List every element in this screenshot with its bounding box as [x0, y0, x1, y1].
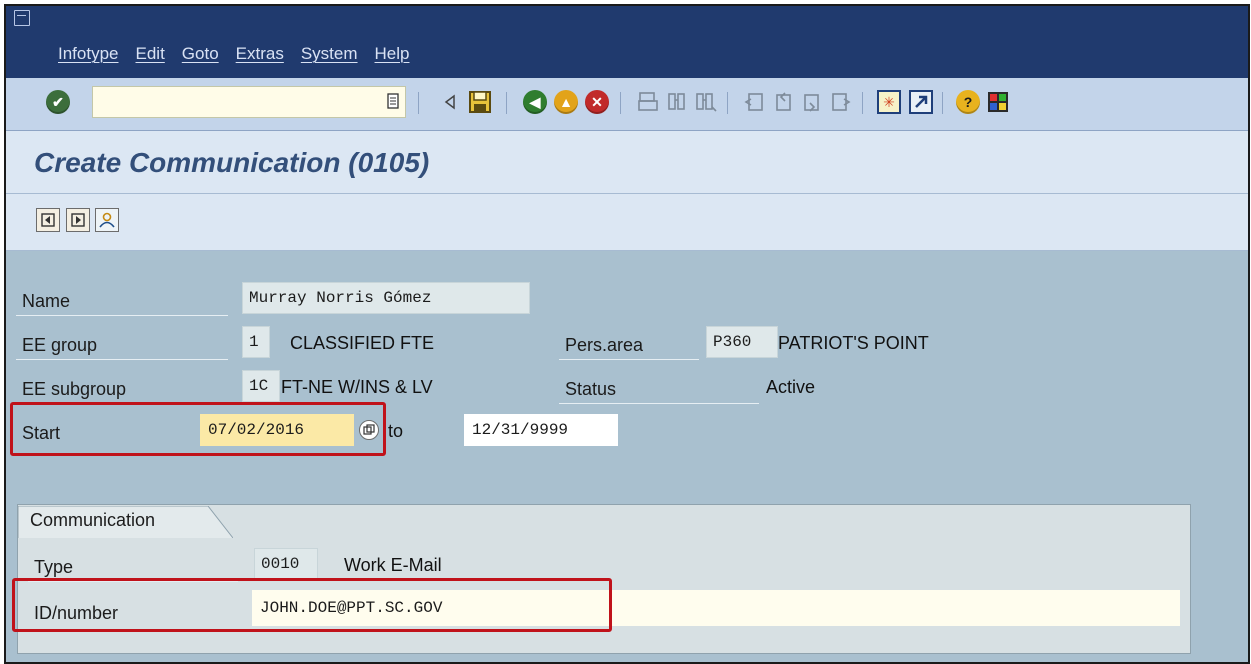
first-page-icon[interactable]	[740, 88, 768, 116]
ee-subgroup-code: 1C	[242, 370, 280, 402]
separator	[862, 92, 863, 114]
menu: Infotype Edit Goto Extras System Help	[58, 44, 427, 70]
separator	[506, 92, 507, 114]
help-icon[interactable]: ?	[954, 88, 982, 116]
window-menu-icon[interactable]	[14, 10, 30, 26]
menu-help[interactable]: Help	[375, 44, 410, 70]
previous-record-icon[interactable]	[36, 208, 60, 232]
name-field: Murray Norris Gómez	[242, 282, 530, 314]
ee-subgroup-text: FT-NE W/INS & LV	[281, 377, 433, 397]
previous-page-icon[interactable]	[769, 88, 797, 116]
application-toolbar	[6, 194, 1248, 251]
end-date-input[interactable]: 12/31/9999	[464, 414, 618, 446]
separator	[620, 92, 621, 114]
back-icon[interactable]: ◀	[521, 88, 549, 116]
separator	[942, 92, 943, 114]
separator	[418, 92, 419, 114]
sap-window: Infotype Edit Goto Extras System Help ✔ …	[4, 4, 1250, 664]
back-arrow-icon[interactable]	[436, 88, 464, 116]
find-next-icon[interactable]	[692, 88, 720, 116]
name-label: Name	[16, 286, 228, 316]
pers-area-code: P360	[706, 326, 778, 358]
command-input[interactable]	[93, 87, 385, 117]
svg-text:✳: ✳	[883, 95, 895, 111]
shortcut-icon[interactable]	[907, 88, 935, 116]
id-number-highlight	[12, 578, 612, 632]
to-label: to	[388, 421, 404, 441]
exit-icon[interactable]: ▲	[552, 88, 580, 116]
status-label: Status	[559, 374, 759, 404]
ee-group-code: 1	[242, 326, 270, 358]
pers-area-label: Pers.area	[559, 330, 699, 360]
type-text: Work E-Mail	[344, 555, 442, 575]
standard-toolbar: ✔ ◀ ▲ ✕ ✳ ?	[6, 78, 1248, 131]
title-bar: Create Communication (0105)	[6, 131, 1248, 194]
communication-group-title: Communication	[30, 510, 156, 530]
print-icon[interactable]	[634, 88, 662, 116]
separator	[727, 92, 728, 114]
next-page-icon[interactable]	[798, 88, 826, 116]
type-code: 0010	[254, 548, 318, 580]
menu-system[interactable]: System	[301, 44, 358, 70]
pers-area-text: PATRIOT'S POINT	[778, 333, 929, 353]
menu-bar: Infotype Edit Goto Extras System Help	[6, 6, 1248, 78]
next-record-icon[interactable]	[66, 208, 90, 232]
menu-infotype[interactable]: Infotype	[58, 44, 119, 70]
start-date-highlight	[10, 402, 386, 456]
cancel-icon[interactable]: ✕	[583, 88, 611, 116]
ee-subgroup-label: EE subgroup	[16, 374, 228, 404]
command-field[interactable]	[92, 86, 406, 118]
menu-edit[interactable]: Edit	[136, 44, 165, 70]
find-icon[interactable]	[663, 88, 691, 116]
save-icon[interactable]	[466, 88, 494, 116]
create-session-icon[interactable]: ✳	[875, 88, 903, 116]
enter-icon[interactable]: ✔	[44, 88, 72, 116]
person-icon[interactable]	[95, 208, 119, 232]
status-value: Active	[766, 377, 816, 397]
page-title: Create Communication (0105)	[34, 147, 430, 178]
ee-group-text: CLASSIFIED FTE	[290, 333, 435, 353]
customize-layout-icon[interactable]	[984, 88, 1012, 116]
menu-extras[interactable]: Extras	[236, 44, 284, 70]
last-page-icon[interactable]	[827, 88, 855, 116]
command-history-icon[interactable]	[387, 93, 399, 109]
menu-goto[interactable]: Goto	[182, 44, 219, 70]
ee-group-label: EE group	[16, 330, 228, 360]
